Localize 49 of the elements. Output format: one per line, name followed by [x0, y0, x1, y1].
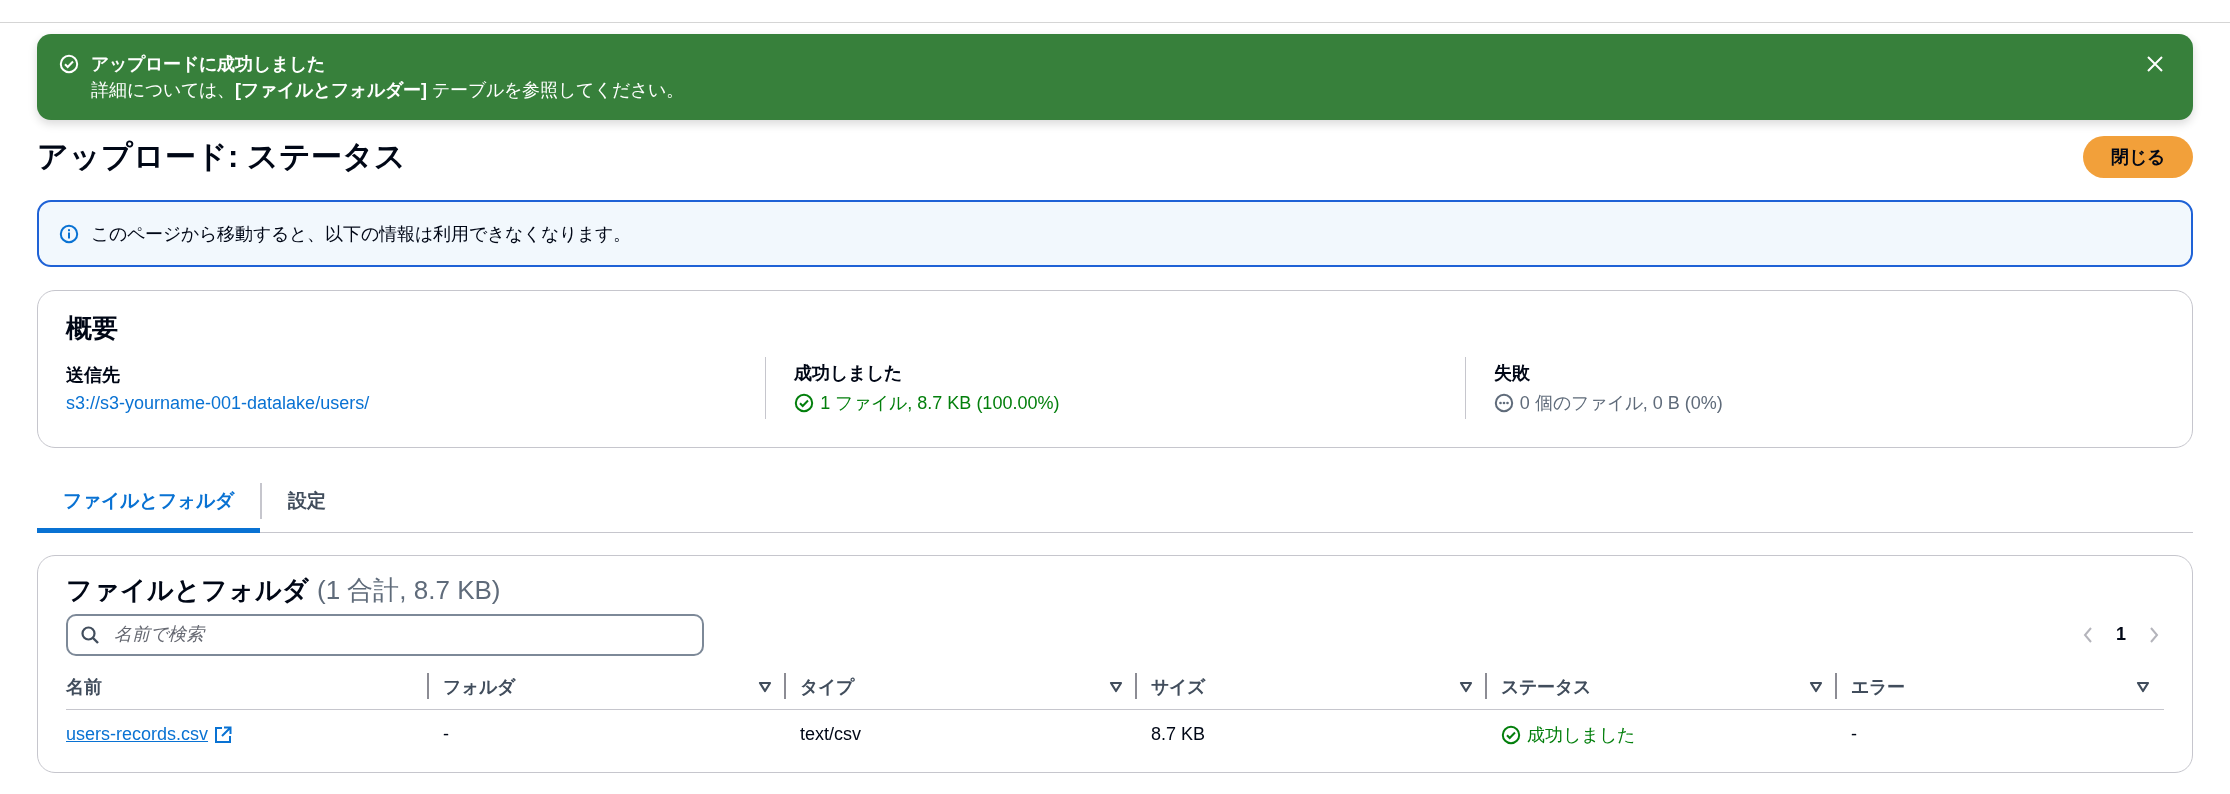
check-circle-icon — [59, 54, 79, 74]
info-message: このページから移動すると、以下の情報は利用できなくなります。 — [91, 222, 631, 246]
success-status: 1 ファイル, 8.7 KB (100.00%) — [820, 392, 1060, 415]
summary-label: 失敗 — [1493, 362, 1531, 385]
column-label: フォルダ — [443, 676, 515, 699]
column-label: ステータス — [1501, 676, 1591, 699]
tab[interactable]: 設定 — [261, 474, 352, 533]
caret-down-icon — [1459, 681, 1473, 693]
pending-icon — [1493, 393, 1514, 413]
external-link-icon — [214, 725, 233, 744]
info-icon — [59, 223, 79, 244]
banner-message: 詳細については、[ファイルとフォルダー] テーブルを参照してください。 — [91, 79, 685, 102]
page-title: アップロード: ステータス — [37, 138, 406, 176]
search-icon — [80, 624, 100, 645]
column-label: サイズ — [1151, 676, 1205, 699]
caret-down-icon — [758, 681, 772, 693]
column-label: 名前 — [66, 676, 102, 699]
caret-down-icon — [1109, 681, 1123, 693]
column-header[interactable]: ステータス — [1487, 665, 1837, 710]
column-header[interactable]: エラー — [1837, 665, 2164, 710]
table-cell: text/csv — [800, 724, 861, 745]
summary-label: 成功しました — [794, 362, 904, 385]
caret-down-icon — [2136, 681, 2150, 693]
close-button[interactable] — [2145, 54, 2165, 74]
close-button[interactable]: 閉じる — [2083, 136, 2193, 178]
table-cell: - — [1851, 724, 1857, 745]
table-cell: - — [443, 724, 449, 745]
caret-down-icon — [1809, 681, 1823, 693]
column-header[interactable]: サイズ — [1137, 665, 1487, 710]
tab[interactable]: ファイルとフォルダ — [37, 474, 260, 533]
summary-label: 送信先 — [66, 363, 121, 387]
table-cell: 8.7 KB — [1151, 724, 1206, 745]
column-header[interactable]: フォルダ — [429, 665, 786, 710]
table-count: (1 合計, 8.7 KB) — [317, 573, 501, 607]
column-label: エラー — [1851, 676, 1905, 699]
banner-title: アップロードに成功しました — [91, 53, 326, 76]
search-field[interactable]: 名前で検索 — [66, 613, 704, 656]
destination-link[interactable]: s3://s3-yourname-001-datalake/users/ — [66, 392, 370, 414]
table-title: ファイルとフォルダ — [66, 573, 309, 607]
column-header[interactable]: タイプ — [786, 665, 1137, 710]
page-button[interactable]: 1 — [2116, 624, 2126, 645]
summary-heading: 概要 — [66, 312, 119, 345]
check-circle-icon — [794, 393, 815, 413]
column-label: タイプ — [800, 676, 854, 699]
failed-status: 0 個のファイル, 0 B (0%) — [1519, 392, 1723, 415]
column-header[interactable]: 名前 — [66, 665, 429, 710]
check-circle-icon — [1501, 724, 1521, 745]
file-link[interactable]: users-records.csv — [66, 724, 209, 745]
status-text: 成功しました — [1527, 723, 1635, 747]
